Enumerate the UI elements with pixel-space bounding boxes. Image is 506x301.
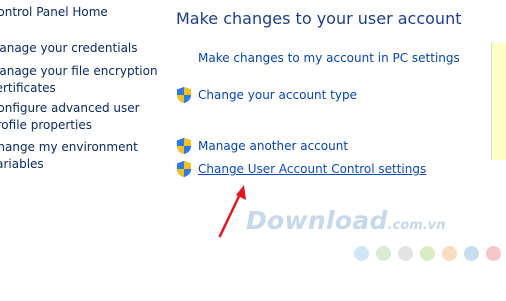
- watermark-dot: [464, 246, 479, 261]
- sidebar-item-environment-variables[interactable]: Change my environment variables: [0, 139, 138, 173]
- uac-shield-icon: [177, 138, 191, 154]
- sidebar-item-advanced-profile[interactable]: Configure advanced user profile properti…: [0, 100, 140, 134]
- info-side-panel: [491, 43, 506, 160]
- page-title: Make changes to your user account: [176, 9, 462, 28]
- watermark-main-text: Download: [246, 206, 388, 235]
- watermark-dot: [376, 246, 391, 261]
- watermark-logo: Download.com.vn: [246, 206, 446, 235]
- sidebar-item-control-panel-home[interactable]: Control Panel Home: [0, 4, 108, 21]
- watermark-dot: [486, 246, 501, 261]
- sidebar-item-file-encryption[interactable]: Manage your file encryption certificates: [0, 63, 158, 97]
- uac-shield-icon: [177, 87, 191, 103]
- watermark-dot: [442, 246, 457, 261]
- pc-settings-link[interactable]: Make changes to my account in PC setting…: [198, 51, 460, 65]
- watermark-suffix: .com.vn: [387, 218, 446, 233]
- change-uac-settings-link[interactable]: Change User Account Control settings: [198, 162, 426, 176]
- change-account-type-link[interactable]: Change your account type: [198, 88, 357, 102]
- uac-shield-icon: [177, 161, 191, 177]
- manage-another-account-link[interactable]: Manage another account: [198, 139, 348, 153]
- watermark-dot: [420, 246, 435, 261]
- red-arrow-annotation: [218, 185, 246, 238]
- sidebar-item-manage-credentials[interactable]: Manage your credentials: [0, 40, 138, 57]
- watermark-dot: [354, 246, 369, 261]
- sidebar: Control Panel Home Manage your credentia…: [0, 0, 165, 301]
- watermark-dot: [398, 246, 413, 261]
